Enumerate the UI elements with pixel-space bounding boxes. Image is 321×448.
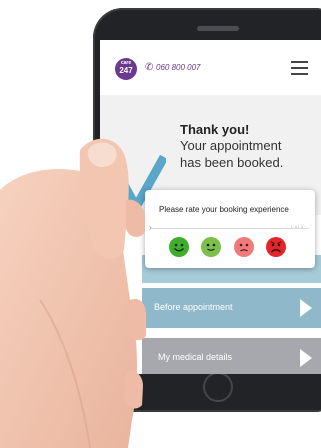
hand-illustration <box>0 138 146 448</box>
scene: care 247 ✆ 060 800 007 Thank you! Your a… <box>0 0 321 448</box>
